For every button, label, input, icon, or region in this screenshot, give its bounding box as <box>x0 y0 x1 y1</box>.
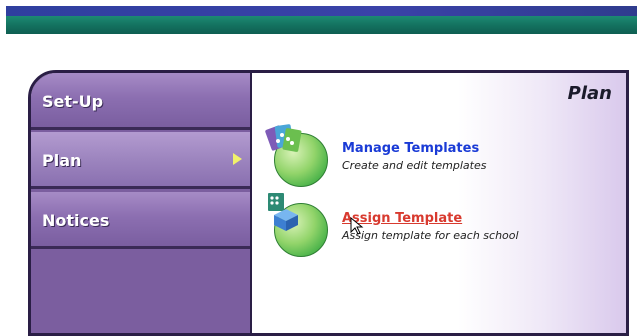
sidebar-item-label: Set-Up <box>42 92 104 111</box>
sidebar-nav: Set-Up Plan Notices <box>31 73 252 333</box>
assign-template-description: Assign template for each school <box>342 229 519 242</box>
content-area: Plan Manage Templates Create and edit te… <box>252 73 626 333</box>
sidebar-item-label: Notices <box>42 211 110 230</box>
assign-cube-icon <box>268 193 298 231</box>
sidebar-item-label: Plan <box>42 151 82 170</box>
manage-templates-action[interactable]: Manage Templates Create and edit templat… <box>264 123 594 187</box>
page-title: Plan <box>567 83 612 104</box>
assign-template-action[interactable]: Assign Template Assign template for each… <box>264 193 594 257</box>
templates-icon[interactable] <box>264 123 330 187</box>
active-arrow-icon <box>233 153 242 165</box>
manage-templates-link[interactable]: Manage Templates <box>342 141 479 156</box>
plan-panel: Set-Up Plan Notices Plan Manage Template… <box>28 70 629 336</box>
assign-template-link[interactable]: Assign Template <box>342 211 462 226</box>
banner-green-stripe <box>6 16 637 34</box>
assign-template-icon[interactable] <box>264 193 330 257</box>
sidebar-item-setup[interactable]: Set-Up <box>31 73 250 130</box>
banner-blue-stripe <box>6 6 637 16</box>
sidebar-item-notices[interactable]: Notices <box>31 192 250 249</box>
top-banner <box>0 0 637 34</box>
template-sheets-icon <box>265 124 302 152</box>
sidebar-item-plan[interactable]: Plan <box>31 132 250 189</box>
manage-templates-description: Create and edit templates <box>342 159 487 172</box>
